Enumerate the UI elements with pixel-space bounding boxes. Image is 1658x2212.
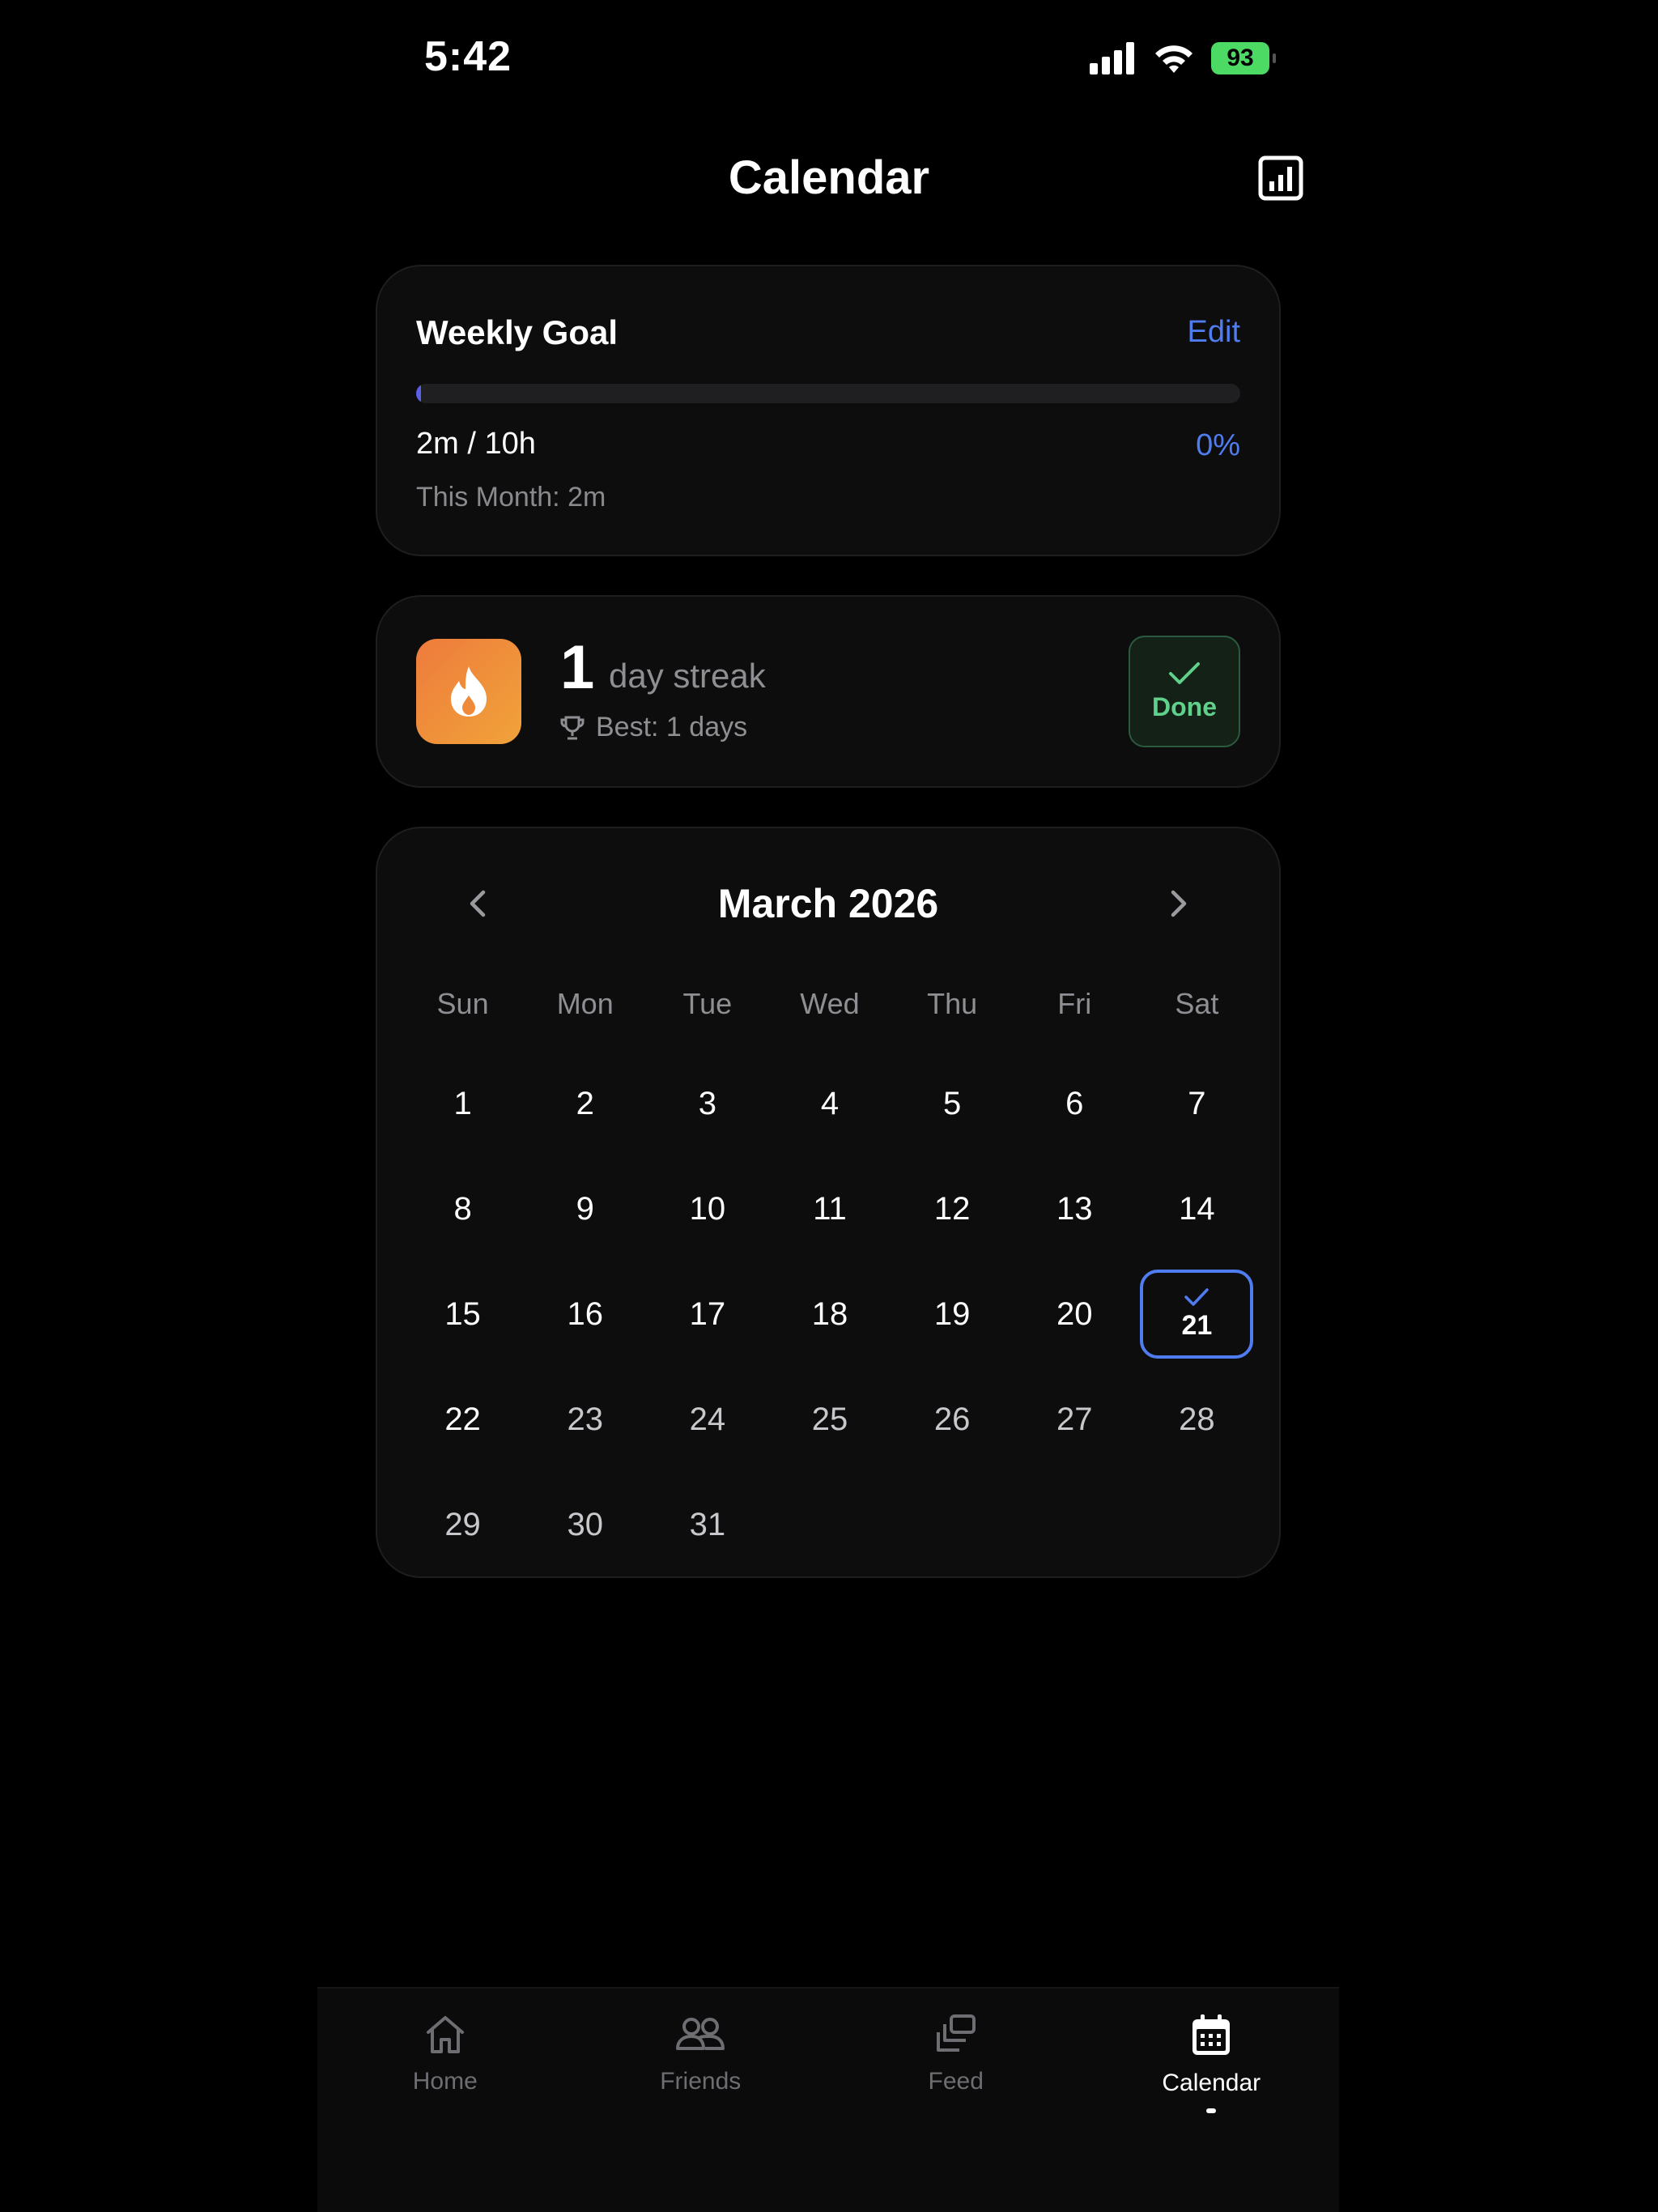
calendar-day-empty <box>768 1480 891 1569</box>
active-tab-indicator <box>1206 2108 1217 2113</box>
goal-progress-fill <box>416 384 421 403</box>
battery-level: 93 <box>1226 45 1254 71</box>
goal-percent: 0% <box>1196 428 1240 462</box>
calendar-day[interactable]: 18 <box>768 1270 891 1359</box>
battery-icon: 93 <box>1211 42 1276 74</box>
calendar-day[interactable]: 9 <box>524 1164 646 1253</box>
month-total: This Month: 2m <box>416 482 606 513</box>
calendar-day[interactable]: 31 <box>646 1480 768 1569</box>
calendar-day[interactable]: 6 <box>1014 1059 1136 1148</box>
signal-icon <box>1090 42 1134 74</box>
weekday-thu: Thu <box>927 987 978 1020</box>
tab-calendar[interactable]: Calendar <box>1084 1989 1340 2212</box>
calendar-day[interactable]: 10 <box>646 1164 768 1253</box>
flame-badge <box>416 639 521 744</box>
calendar-day[interactable]: 29 <box>402 1480 524 1569</box>
weekday-header: Sun Mon Tue Wed Thu Fri Sat <box>402 987 1258 1021</box>
page-title: Calendar <box>728 151 930 204</box>
calendar-day[interactable]: 23 <box>524 1375 646 1464</box>
weekday-mon: Mon <box>556 987 614 1020</box>
tab-feed[interactable]: Feed <box>828 1989 1084 2212</box>
tab-friends[interactable]: Friends <box>573 1989 829 2212</box>
calendar-day[interactable]: 26 <box>891 1375 1014 1464</box>
calendar-day[interactable]: 16 <box>524 1270 646 1359</box>
calendar-day[interactable]: 14 <box>1136 1164 1258 1253</box>
flame-icon <box>451 666 487 717</box>
calendar-screen: 5:42 93 Calendar Weekly Goal Edit 2m / 1… <box>0 0 1658 2212</box>
calendar-day[interactable]: 20 <box>1014 1270 1136 1359</box>
streak-count: 1 <box>560 633 595 702</box>
status-icons: 93 <box>1090 39 1276 78</box>
calendar-month-title: March 2026 <box>717 881 939 926</box>
edit-goal-button[interactable]: Edit <box>1188 315 1240 350</box>
calendar-day[interactable]: 7 <box>1136 1059 1258 1148</box>
calendar-day[interactable]: 24 <box>646 1375 768 1464</box>
tab-friends-label: Friends <box>660 2068 742 2095</box>
friends-icon <box>676 2018 725 2050</box>
best-streak-text: Best: 1 days <box>596 712 748 742</box>
today-highlight: 21 <box>1140 1270 1254 1359</box>
week-row-4: 22 23 24 25 26 27 28 <box>402 1375 1258 1464</box>
calendar-day[interactable]: 30 <box>524 1480 646 1569</box>
weekday-wed: Wed <box>800 987 860 1020</box>
tab-home[interactable]: Home <box>317 1989 573 2212</box>
calendar-day[interactable]: 4 <box>768 1059 891 1148</box>
week-row-3: 15 16 17 18 19 20 21 <box>402 1270 1258 1359</box>
home-icon <box>426 2016 464 2053</box>
done-label: Done <box>1152 691 1217 721</box>
chevron-right-icon[interactable] <box>1158 883 1198 924</box>
calendar-day[interactable]: 2 <box>524 1059 646 1148</box>
check-icon <box>1184 1287 1209 1306</box>
best-streak: Best: 1 days <box>560 712 747 743</box>
calendar-day-today[interactable]: 21 <box>1136 1270 1258 1359</box>
calendar-day-empty <box>1136 1480 1258 1569</box>
calendar-day[interactable]: 13 <box>1014 1164 1136 1253</box>
week-row-5: 29 30 31 <box>402 1480 1258 1569</box>
wifi-icon <box>1155 45 1192 73</box>
calendar-day[interactable]: 17 <box>646 1270 768 1359</box>
weekday-sat: Sat <box>1175 987 1219 1020</box>
weekly-goal-title: Weekly Goal <box>416 313 619 351</box>
calendar-day-empty <box>891 1480 1014 1569</box>
weekday-tue: Tue <box>682 987 733 1020</box>
bar-chart-icon[interactable] <box>1258 155 1303 201</box>
month-calendar: March 2026 Sun Mon Tue Wed Thu Fri Sat 1… <box>376 827 1281 1578</box>
calendar-day[interactable]: 5 <box>891 1059 1014 1148</box>
weekday-fri: Fri <box>1057 987 1092 1020</box>
calendar-day[interactable]: 15 <box>402 1270 524 1359</box>
status-time: 5:42 <box>424 33 512 80</box>
calendar-day[interactable]: 19 <box>891 1270 1014 1359</box>
tab-home-label: Home <box>412 2068 478 2095</box>
streak-card: 1 day streak Best: 1 days Done <box>376 595 1281 788</box>
check-icon <box>1169 661 1200 684</box>
feed-icon <box>936 2014 976 2052</box>
calendar-day[interactable]: 11 <box>768 1164 891 1253</box>
calendar-day[interactable]: 1 <box>402 1059 524 1148</box>
weekday-sun: Sun <box>436 987 489 1020</box>
today-date: 21 <box>1181 1309 1213 1341</box>
tab-feed-label: Feed <box>928 2068 984 2095</box>
weekly-goal-card: Weekly Goal Edit 2m / 10h 0% This Month:… <box>376 265 1281 556</box>
calendar-day-empty <box>1014 1480 1136 1569</box>
calendar-day[interactable]: 3 <box>646 1059 768 1148</box>
goal-progress-text: 2m / 10h <box>416 427 536 461</box>
calendar-day[interactable]: 8 <box>402 1164 524 1253</box>
calendar-day[interactable]: 22 <box>402 1375 524 1464</box>
done-button[interactable]: Done <box>1129 636 1240 747</box>
streak-label: day streak <box>609 657 766 695</box>
week-row-1: 1 2 3 4 5 6 7 <box>402 1059 1258 1148</box>
calendar-icon <box>1192 2014 1231 2055</box>
calendar-day[interactable]: 28 <box>1136 1375 1258 1464</box>
trophy-icon <box>560 716 585 739</box>
calendar-day[interactable]: 12 <box>891 1164 1014 1253</box>
tab-bar: Home Friends Feed Calendar <box>317 1987 1339 2212</box>
week-row-2: 8 9 10 11 12 13 14 <box>402 1164 1258 1253</box>
calendar-day[interactable]: 27 <box>1014 1375 1136 1464</box>
goal-progress-bar <box>416 384 1240 403</box>
calendar-day[interactable]: 25 <box>768 1375 891 1464</box>
tab-calendar-label: Calendar <box>1162 2069 1261 2096</box>
